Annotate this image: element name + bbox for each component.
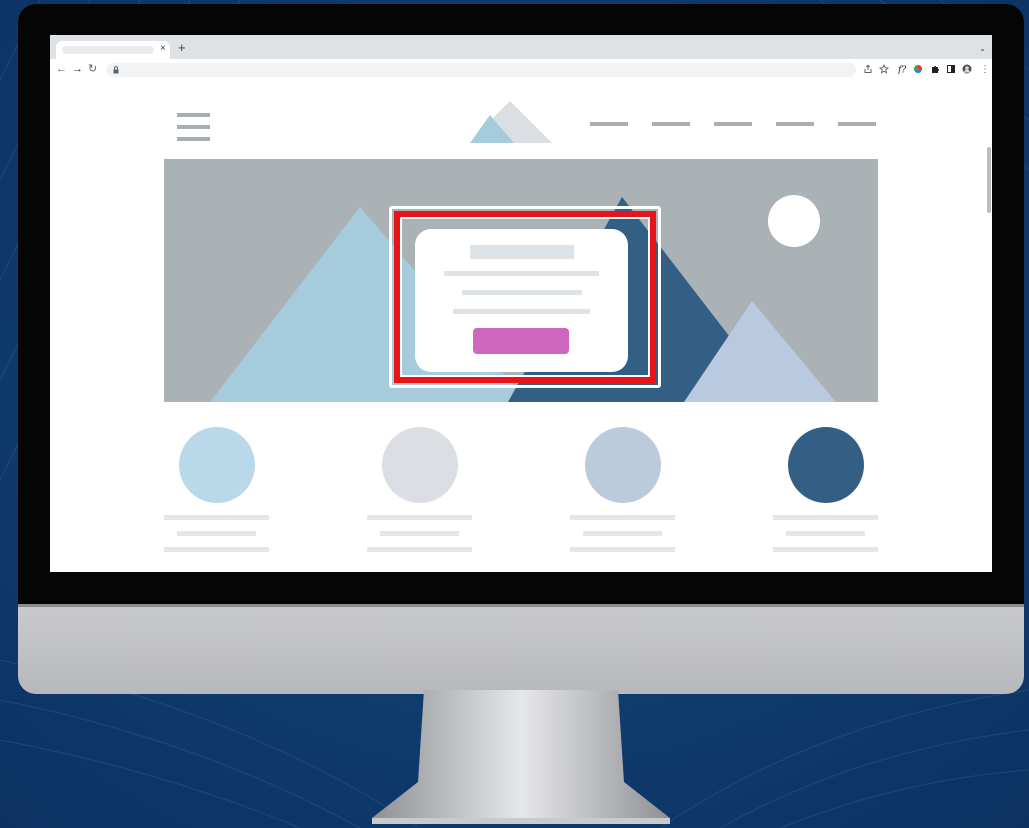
monitor-chin: [18, 604, 1024, 694]
feature-image-circle: [585, 427, 661, 503]
page-scrollbar[interactable]: [984, 81, 992, 572]
side-panel-icon[interactable]: [946, 64, 956, 74]
modal-text-line-2: [462, 290, 582, 295]
feature-title: [367, 515, 472, 520]
extensions-icon[interactable]: [930, 64, 940, 74]
tab-close-icon[interactable]: ×: [160, 44, 166, 54]
feature-text: [786, 531, 865, 536]
monitor-stand: [372, 690, 670, 824]
profile-avatar-icon[interactable]: [962, 64, 972, 74]
share-icon[interactable]: [863, 64, 873, 74]
feature-image-circle: [179, 427, 255, 503]
modal-text-line-1: [444, 271, 599, 276]
browser-tab-strip: × + ⌄: [50, 35, 992, 59]
hero-banner: [164, 159, 878, 402]
feature-card[interactable]: [570, 427, 676, 557]
browser-tab[interactable]: ×: [56, 41, 170, 59]
svg-text:f?: f?: [897, 66, 906, 75]
scrollbar-thumb[interactable]: [987, 147, 991, 213]
color-wheel-icon[interactable]: [913, 64, 923, 74]
feature-text-2: [773, 547, 878, 552]
back-icon[interactable]: ←: [56, 64, 67, 75]
hamburger-menu-icon[interactable]: [177, 113, 210, 141]
menu-kebab-icon[interactable]: ⋮: [980, 64, 990, 75]
feature-card[interactable]: [367, 427, 473, 557]
mountain-logo[interactable]: [470, 101, 552, 143]
reload-icon[interactable]: ↻: [88, 64, 97, 75]
nav-link-4[interactable]: [776, 122, 814, 126]
feature-title: [570, 515, 675, 520]
sun-circle: [768, 195, 820, 247]
function-icon[interactable]: f?: [897, 64, 907, 75]
feature-card[interactable]: [773, 427, 879, 557]
bookmark-star-icon[interactable]: [879, 64, 889, 74]
monitor-screen: × + ⌄ ← → ↻ f? ⋮: [50, 35, 992, 572]
tab-search-icon[interactable]: ⌄: [979, 44, 986, 53]
feature-text-2: [570, 547, 675, 552]
feature-image-circle: [382, 427, 458, 503]
new-tab-icon[interactable]: +: [178, 41, 186, 54]
feature-text: [583, 531, 662, 536]
modal-cta-button[interactable]: [473, 328, 569, 354]
forward-icon[interactable]: →: [72, 64, 83, 75]
tab-title: [62, 46, 154, 54]
feature-text-2: [367, 547, 472, 552]
nav-link-2[interactable]: [652, 122, 690, 126]
web-page: [50, 81, 992, 572]
desktop-monitor: × + ⌄ ← → ↻ f? ⋮: [18, 4, 1024, 694]
modal-text-line-3: [453, 309, 590, 314]
browser-toolbar: ← → ↻ f? ⋮: [50, 59, 992, 81]
feature-title: [773, 515, 878, 520]
feature-text-2: [164, 547, 269, 552]
nav-link-1[interactable]: [590, 122, 628, 126]
modal-heading: [470, 245, 574, 259]
lock-icon: [113, 66, 119, 74]
feature-card[interactable]: [164, 427, 270, 557]
feature-text: [177, 531, 256, 536]
popup-modal: [415, 229, 628, 372]
nav-link-5[interactable]: [838, 122, 876, 126]
nav-link-3[interactable]: [714, 122, 752, 126]
feature-title: [164, 515, 269, 520]
address-bar[interactable]: [106, 63, 856, 77]
feature-image-circle: [788, 427, 864, 503]
feature-text: [380, 531, 459, 536]
